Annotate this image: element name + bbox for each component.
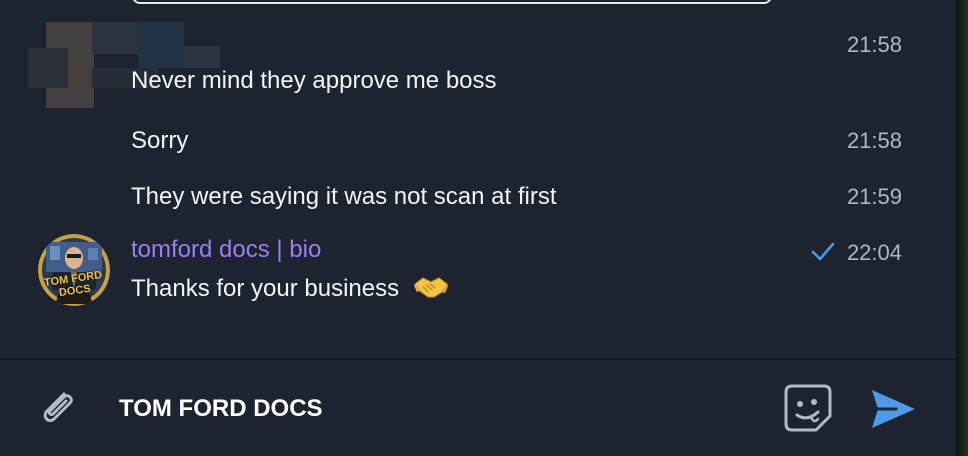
paperclip-icon[interactable] <box>34 384 82 432</box>
message-text: Never mind they approve me boss <box>131 67 497 94</box>
sticker-icon[interactable] <box>780 382 836 434</box>
message-time: 21:58 <box>846 32 902 57</box>
window-edge <box>956 0 968 456</box>
chat-history[interactable]: 21:58 Never mind they approve me boss So… <box>0 0 956 358</box>
message-time: 21:59 <box>846 184 902 209</box>
sender-avatar[interactable]: TOM FORD DOCS <box>38 234 110 306</box>
message-time: 21:58 <box>846 128 902 153</box>
handshake-icon <box>413 277 448 298</box>
message-text: Thanks for your business <box>131 275 400 302</box>
message-row: Thanks for your business <box>131 275 448 303</box>
single-check-icon <box>811 242 835 261</box>
message-input[interactable]: TOM FORD DOCS <box>119 395 323 423</box>
message-time: 22:04 <box>846 240 902 265</box>
blurred-avatar <box>28 22 220 108</box>
message-author[interactable]: tomford docs | bio <box>131 236 321 264</box>
previous-message-card <box>132 0 772 4</box>
message-text: Sorry <box>131 127 189 154</box>
message-text: They were saying it was not scan at firs… <box>131 183 557 210</box>
send-icon[interactable] <box>868 386 918 432</box>
